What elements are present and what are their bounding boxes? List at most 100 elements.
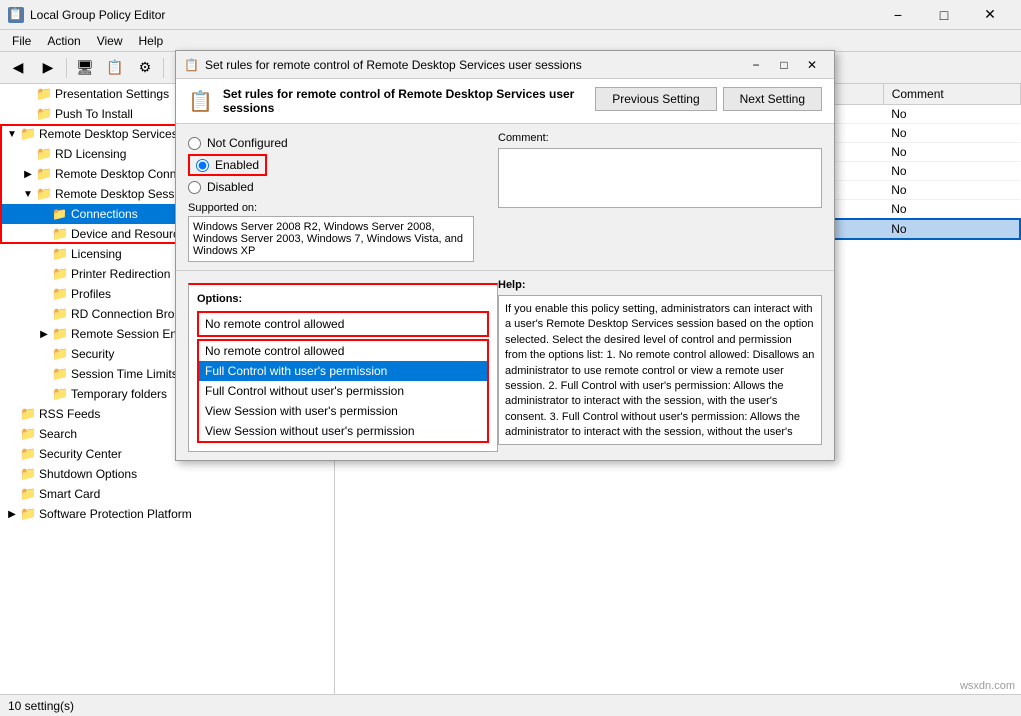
tree-label: Security bbox=[71, 347, 114, 361]
dialog-body: Not Configured Enabled Disabled Supporte… bbox=[176, 124, 834, 270]
tree-label: RD Connection Broker bbox=[71, 307, 191, 321]
tree-arrow-expand: ▶ bbox=[36, 329, 52, 340]
dropdown-list-item-view-with[interactable]: View Session with user's permission bbox=[199, 401, 487, 421]
comment-textarea[interactable] bbox=[498, 148, 822, 208]
status-text: 10 setting(s) bbox=[8, 699, 74, 713]
forward-button[interactable]: ▶ bbox=[34, 55, 62, 81]
menu-action[interactable]: Action bbox=[39, 32, 88, 50]
col-comment[interactable]: Comment bbox=[883, 84, 1020, 105]
folder-icon: 📁 bbox=[52, 346, 68, 362]
radio-disabled-row: Disabled bbox=[188, 180, 474, 194]
tree-label: Temporary folders bbox=[71, 387, 167, 401]
properties-button[interactable]: 📋 bbox=[101, 55, 129, 81]
radio-not-configured[interactable] bbox=[188, 137, 201, 150]
tree-label: Connections bbox=[71, 207, 138, 221]
dropdown-list-item-no-remote[interactable]: No remote control allowed bbox=[199, 341, 487, 361]
prev-setting-button[interactable]: Previous Setting bbox=[595, 87, 716, 111]
dialog-minimize-button[interactable]: − bbox=[742, 53, 770, 77]
tree-label: Shutdown Options bbox=[39, 467, 137, 481]
folder-icon: 📁 bbox=[20, 506, 36, 522]
toolbar-sep-2 bbox=[163, 58, 164, 78]
app-icon: 📋 bbox=[8, 7, 24, 23]
options-box: Options: No remote control allowed Full … bbox=[188, 283, 498, 452]
next-setting-button[interactable]: Next Setting bbox=[723, 87, 822, 111]
folder-icon: 📁 bbox=[36, 86, 52, 102]
tree-label: Push To Install bbox=[55, 107, 133, 121]
folder-icon: 📁 bbox=[36, 106, 52, 122]
help-box: If you enable this policy setting, admin… bbox=[498, 295, 822, 445]
folder-icon: 📁 bbox=[20, 426, 36, 442]
maximize-button[interactable]: □ bbox=[921, 0, 967, 30]
watermark: wsxdn.com bbox=[960, 680, 1015, 692]
options-label: Options: bbox=[197, 293, 489, 305]
dialog-window: 📋 Set rules for remote control of Remote… bbox=[175, 50, 835, 461]
tree-arrow-expand: ▼ bbox=[20, 189, 36, 200]
dropdown-list: No remote control allowed Full Control w… bbox=[197, 339, 489, 443]
dialog-title-bar: 📋 Set rules for remote control of Remote… bbox=[176, 51, 834, 79]
radio-enabled[interactable] bbox=[196, 159, 209, 172]
tree-arrow: ▶ bbox=[4, 509, 20, 520]
dialog-title-icon: 📋 bbox=[184, 58, 199, 72]
folder-icon: 📁 bbox=[52, 286, 68, 302]
tree-label: Smart Card bbox=[39, 487, 100, 501]
folder-icon: 📁 bbox=[36, 146, 52, 162]
folder-icon: 📁 bbox=[52, 386, 68, 402]
dialog-title-text: Set rules for remote control of Remote D… bbox=[205, 58, 582, 72]
minimize-button[interactable]: − bbox=[875, 0, 921, 30]
comment-label: Comment: bbox=[498, 132, 822, 144]
dropdown-list-item-full-without[interactable]: Full Control without user's permission bbox=[199, 381, 487, 401]
status-bar: 10 setting(s) bbox=[0, 694, 1021, 716]
tree-item-shutdown[interactable]: 📁 Shutdown Options bbox=[0, 464, 334, 484]
options-section: Options: No remote control allowed Full … bbox=[176, 270, 834, 460]
dialog-close-button[interactable]: ✕ bbox=[798, 53, 826, 77]
dialog-header-text: Set rules for remote control of Remote D… bbox=[223, 87, 585, 115]
tree-label: Printer Redirection bbox=[71, 267, 170, 281]
tree-arrow-expand: ▼ bbox=[4, 129, 20, 140]
folder-icon: 📁 bbox=[20, 466, 36, 482]
radio-disabled[interactable] bbox=[188, 181, 201, 194]
not-configured-label: Not Configured bbox=[207, 136, 288, 150]
dialog-window-controls: − □ ✕ bbox=[742, 53, 826, 77]
folder-icon: 📁 bbox=[52, 306, 68, 322]
supported-text: Windows Server 2008 R2, Windows Server 2… bbox=[193, 221, 463, 257]
tree-label: RSS Feeds bbox=[39, 407, 100, 421]
dialog-left-panel: Not Configured Enabled Disabled Supporte… bbox=[176, 124, 486, 270]
menu-help[interactable]: Help bbox=[131, 32, 172, 50]
menu-file[interactable]: File bbox=[4, 32, 39, 50]
help-title: Help: bbox=[498, 279, 822, 291]
settings-button[interactable]: ⚙ bbox=[131, 55, 159, 81]
dialog-maximize-button[interactable]: □ bbox=[770, 53, 798, 77]
folder-icon: 📁 bbox=[52, 326, 68, 342]
folder-icon: 📁 bbox=[52, 226, 68, 242]
tree-label: Software Protection Platform bbox=[39, 507, 192, 521]
dialog-header-buttons: Previous Setting Next Setting bbox=[595, 87, 822, 111]
tree-label: Session Time Limits bbox=[71, 367, 178, 381]
close-button[interactable]: ✕ bbox=[967, 0, 1013, 30]
help-text: If you enable this policy setting, admin… bbox=[505, 303, 814, 438]
folder-icon: 📁 bbox=[52, 246, 68, 262]
options-right: Help: If you enable this policy setting,… bbox=[498, 279, 822, 452]
options-dropdown-container: No remote control allowed Full Control w… bbox=[197, 311, 489, 337]
back-button[interactable]: ◀ bbox=[4, 55, 32, 81]
folder-icon: 📁 bbox=[52, 266, 68, 282]
dropdown-list-item-full-with[interactable]: Full Control with user's permission bbox=[199, 361, 487, 381]
menu-bar: File Action View Help bbox=[0, 30, 1021, 52]
dropdown-list-item-view-without[interactable]: View Session without user's permission bbox=[199, 421, 487, 441]
tree-arrow: ▶ bbox=[20, 169, 36, 180]
options-dropdown[interactable]: No remote control allowed Full Control w… bbox=[197, 311, 489, 337]
folder-icon: 📁 bbox=[36, 166, 52, 182]
folder-icon: 📁 bbox=[20, 446, 36, 462]
app-title: Local Group Policy Editor bbox=[30, 8, 165, 22]
show-hide-button[interactable]: 🖥 bbox=[71, 55, 99, 81]
folder-icon: 📁 bbox=[20, 486, 36, 502]
options-left: Options: No remote control allowed Full … bbox=[188, 279, 498, 452]
supported-section: Supported on: Windows Server 2008 R2, Wi… bbox=[188, 202, 474, 262]
title-bar: 📋 Local Group Policy Editor − □ ✕ bbox=[0, 0, 1021, 30]
menu-view[interactable]: View bbox=[89, 32, 131, 50]
tree-item-smart-card[interactable]: 📁 Smart Card bbox=[0, 484, 334, 504]
tree-item-software-protect[interactable]: ▶ 📁 Software Protection Platform bbox=[0, 504, 334, 524]
disabled-label: Disabled bbox=[207, 180, 254, 194]
dialog-header: 📋 Set rules for remote control of Remote… bbox=[176, 79, 834, 124]
dialog-right-panel: Comment: bbox=[486, 124, 834, 270]
tree-label: Profiles bbox=[71, 287, 111, 301]
